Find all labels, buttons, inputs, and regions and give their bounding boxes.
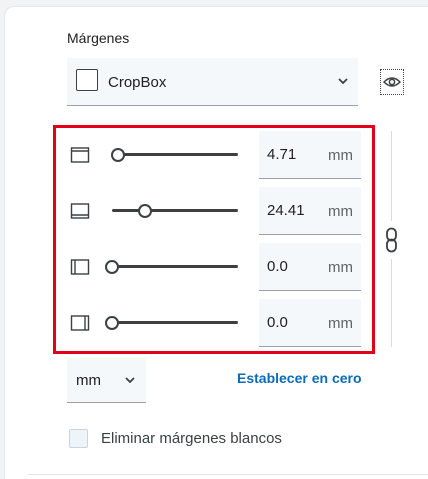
slider-thumb-left[interactable] bbox=[105, 260, 119, 274]
slider-track-bottom[interactable] bbox=[112, 209, 238, 212]
slider-track-top[interactable] bbox=[118, 153, 238, 156]
margin-right-input[interactable]: 0.0 mm bbox=[259, 299, 361, 347]
panel-divider bbox=[28, 474, 428, 475]
slider-track-left[interactable] bbox=[112, 265, 238, 268]
margin-row-bottom: 24.41 mm bbox=[0, 187, 428, 235]
link-icon[interactable] bbox=[384, 227, 399, 253]
remove-white-margins-checkbox[interactable] bbox=[69, 429, 88, 448]
slider-thumb-top[interactable] bbox=[111, 148, 125, 162]
margin-row-top: 4.71 mm bbox=[0, 131, 428, 179]
box-type-value: CropBox bbox=[108, 74, 167, 91]
preview-toggle-button[interactable] bbox=[380, 69, 404, 95]
top-edge-icon bbox=[70, 147, 90, 163]
unit-select-value: mm bbox=[76, 372, 101, 389]
margin-bottom-unit: mm bbox=[328, 203, 353, 220]
slider-track-right[interactable] bbox=[112, 321, 238, 324]
eye-icon bbox=[383, 77, 401, 87]
margin-row-left: 0.0 mm bbox=[0, 243, 428, 291]
slider-thumb-right[interactable] bbox=[105, 316, 119, 330]
bottom-edge-icon bbox=[70, 203, 90, 219]
margin-right-unit: mm bbox=[328, 315, 353, 332]
unit-select[interactable]: mm bbox=[67, 358, 146, 403]
box-type-select[interactable]: CropBox bbox=[67, 58, 358, 106]
reset-to-zero-link[interactable]: Establecer en cero bbox=[237, 370, 362, 386]
section-title: Márgenes bbox=[67, 30, 130, 46]
margin-bottom-value: 24.41 bbox=[267, 202, 305, 219]
chevron-down-icon bbox=[125, 377, 135, 384]
link-guide-bottom bbox=[391, 259, 392, 347]
margin-top-input[interactable]: 4.71 mm bbox=[259, 131, 361, 179]
left-edge-icon bbox=[70, 259, 90, 275]
link-guide-top bbox=[391, 131, 392, 221]
margin-top-value: 4.71 bbox=[267, 146, 297, 163]
slider-thumb-bottom[interactable] bbox=[138, 204, 152, 218]
margin-bottom-input[interactable]: 24.41 mm bbox=[259, 187, 361, 235]
right-edge-icon bbox=[70, 315, 90, 331]
box-icon bbox=[76, 69, 98, 91]
margin-row-right: 0.0 mm bbox=[0, 299, 428, 347]
margin-left-unit: mm bbox=[328, 259, 353, 276]
chevron-down-icon bbox=[338, 78, 348, 85]
margin-top-unit: mm bbox=[328, 147, 353, 164]
margin-left-value: 0.0 bbox=[267, 258, 288, 275]
margin-left-input[interactable]: 0.0 mm bbox=[259, 243, 361, 291]
remove-white-margins-label: Eliminar márgenes blancos bbox=[101, 430, 282, 447]
margin-right-value: 0.0 bbox=[267, 314, 288, 331]
